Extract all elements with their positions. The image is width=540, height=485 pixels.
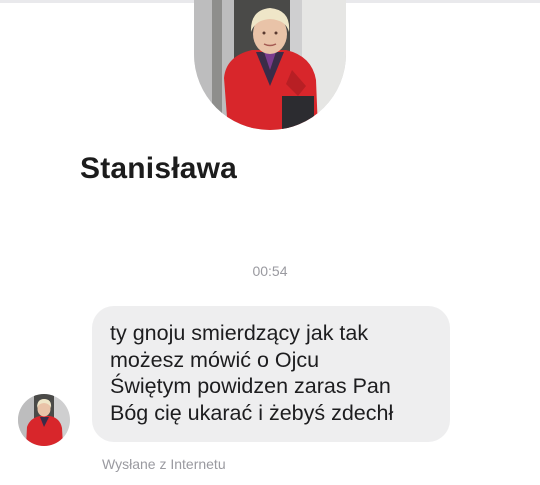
message-text: ty gnoju smierdzący jak tak możesz mówić… [110,321,394,425]
profile-photo-icon [194,0,346,130]
sender-photo-icon [18,394,70,446]
message-bubble[interactable]: ty gnoju smierdzący jak tak możesz mówić… [92,306,450,442]
contact-name: Stanisława [80,152,238,185]
message-timestamp: 00:54 [252,263,288,279]
sender-avatar[interactable] [18,394,70,446]
profile-avatar[interactable] [194,0,346,130]
message-status: Wysłane z Internetu [102,456,226,472]
